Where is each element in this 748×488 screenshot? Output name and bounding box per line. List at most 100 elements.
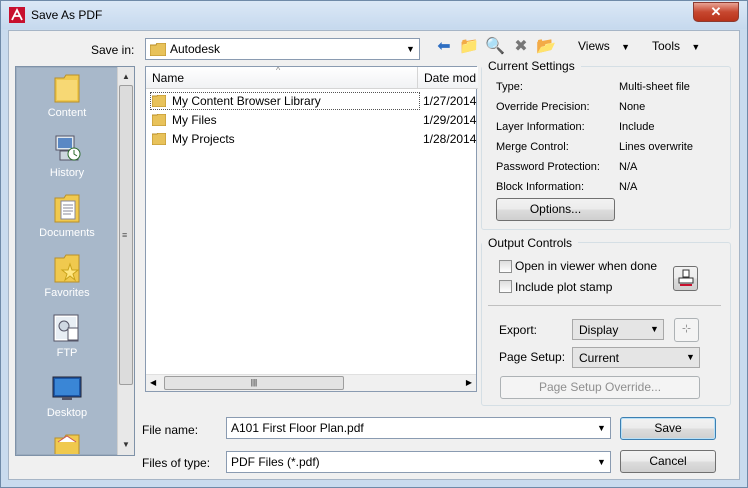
file-date: 1/28/2014 (423, 132, 477, 146)
output-separator (488, 305, 721, 306)
file-row[interactable]: My Files 1/29/2014 (150, 111, 476, 129)
views-menu[interactable]: Views ▼ (578, 39, 630, 53)
chevron-down-icon: ▼ (646, 320, 663, 339)
file-list-hscrollbar[interactable]: ◀ ||| ▶ (146, 374, 476, 391)
setting-key: Password Protection: (496, 161, 600, 173)
place-item-documents[interactable]: Documents (17, 192, 117, 239)
setting-value: Include (619, 121, 655, 133)
save-in-label: Save in: (91, 43, 135, 57)
chevron-down-icon: ▼ (593, 452, 610, 472)
ftp-icon (53, 314, 79, 342)
place-item-history[interactable]: History (17, 132, 117, 179)
file-list: Name ^ Date mod My Content Browser Libra… (145, 65, 478, 392)
place-label: Documents (39, 227, 95, 239)
place-label: FTP (56, 347, 78, 359)
files-of-type-dropdown[interactable]: PDF Files (*.pdf) ▼ (226, 451, 611, 473)
place-item-content[interactable]: Content (17, 72, 117, 119)
stamp-icon (678, 269, 693, 286)
file-name-label: File name: (142, 423, 199, 437)
scroll-right-arrow-icon[interactable]: ▶ (466, 378, 472, 387)
search-web-icon[interactable]: 🔍 (485, 37, 505, 57)
place-item-desktop[interactable]: Desktop (17, 372, 117, 419)
folder-icon (152, 114, 166, 126)
plot-stamp-settings-button[interactable] (673, 266, 698, 291)
horizontal-scroll-thumb[interactable]: ||| (164, 376, 344, 390)
setting-value: Multi-sheet file (619, 81, 690, 93)
folder-icon (152, 95, 166, 107)
back-arrow-icon[interactable]: ⬅ (434, 37, 454, 57)
documents-folder-icon (54, 194, 80, 223)
chevron-down-icon: ▼ (682, 348, 699, 367)
scroll-up-arrow-icon[interactable]: ▲ (118, 69, 134, 85)
favorites-folder-icon (54, 254, 80, 283)
page-setup-label: Page Setup: (499, 350, 566, 364)
chevron-down-icon: ▼ (402, 39, 419, 59)
save-button[interactable]: Save (620, 417, 716, 440)
places-scrollbar[interactable]: ▲ ≡ ▼ (117, 67, 134, 455)
export-dropdown[interactable]: Display ▼ (572, 319, 664, 340)
setting-value: N/A (619, 161, 638, 173)
open-in-viewer-checkbox[interactable] (499, 260, 512, 273)
select-cursor-icon: ⊹ (681, 323, 692, 335)
chevron-down-icon: ▼ (691, 42, 701, 52)
autocad-app-icon (9, 7, 25, 23)
scroll-down-arrow-icon[interactable]: ▼ (118, 437, 134, 453)
scroll-thumb[interactable]: ≡ (119, 85, 133, 385)
setting-key: Block Information: (496, 181, 585, 193)
file-row[interactable]: My Projects 1/28/2014 (150, 130, 476, 148)
cancel-button[interactable]: Cancel (620, 450, 716, 473)
page-setup-override-button[interactable]: Page Setup Override... (500, 376, 700, 399)
place-item-favorites[interactable]: Favorites (17, 252, 117, 299)
files-of-type-label: Files of type: (142, 456, 211, 470)
places-list: Content History Documents Favorites FTP Deskt… (17, 68, 117, 454)
column-header-name[interactable]: Name ^ (146, 65, 418, 89)
file-date: 1/29/2014 (423, 113, 477, 127)
file-row[interactable]: My Content Browser Library 1/27/2014 (150, 92, 476, 110)
tools-menu[interactable]: Tools ▼ (652, 39, 700, 53)
file-name-input[interactable]: A101 First Floor Plan.pdf ▼ (226, 417, 611, 439)
open-in-viewer-label: Open in viewer when done (515, 259, 658, 273)
desktop-icon (52, 376, 82, 400)
setting-key: Type: (496, 81, 523, 93)
place-item-ftp[interactable]: FTP (17, 312, 117, 359)
setting-value: N/A (619, 181, 638, 193)
sort-ascending-icon: ^ (276, 65, 281, 75)
column-header-date[interactable]: Date mod (418, 67, 478, 89)
place-label: History (49, 167, 85, 179)
up-folder-icon[interactable]: 📁 (459, 37, 479, 57)
folder-icon (150, 43, 166, 56)
history-icon (55, 135, 81, 161)
output-controls-title: Output Controls (482, 236, 579, 250)
place-label: Desktop (46, 407, 88, 419)
file-date: 1/27/2014 (423, 94, 477, 108)
export-label: Export: (499, 323, 538, 337)
place-item-partial[interactable] (17, 432, 117, 454)
chevron-down-icon: ▼ (593, 418, 610, 438)
title-bar: Save As PDF ✕ (1, 1, 747, 29)
place-label: Content (47, 107, 87, 119)
setting-key: Override Precision: (496, 101, 590, 113)
new-folder-icon[interactable]: 📂 (536, 37, 556, 57)
folder-icon (54, 74, 80, 103)
setting-key: Layer Information: (496, 121, 585, 133)
file-name: My Files (172, 113, 217, 127)
save-in-value: Autodesk (170, 42, 221, 56)
include-plot-stamp-checkbox[interactable] (499, 280, 512, 293)
folder-icon (152, 133, 166, 145)
save-in-dropdown[interactable]: Autodesk ▼ (145, 38, 420, 60)
file-name: My Content Browser Library (172, 94, 321, 108)
places-sidebar: Content History Documents Favorites FTP Deskt… (15, 66, 135, 456)
window-title: Save As PDF (31, 8, 103, 22)
setting-value: None (619, 101, 646, 113)
close-button[interactable]: ✕ (693, 2, 739, 22)
scroll-left-arrow-icon[interactable]: ◀ (150, 378, 156, 387)
chevron-down-icon: ▼ (621, 42, 631, 52)
mail-folder-icon (54, 434, 80, 454)
close-icon: ✕ (710, 4, 722, 19)
options-button[interactable]: Options... (496, 198, 615, 221)
select-window-button[interactable]: ⊹ (674, 318, 699, 342)
file-name: My Projects (172, 132, 235, 146)
page-setup-dropdown[interactable]: Current ▼ (572, 347, 700, 368)
delete-icon[interactable]: ✖ (511, 37, 531, 57)
setting-key: Merge Control: (496, 141, 569, 153)
